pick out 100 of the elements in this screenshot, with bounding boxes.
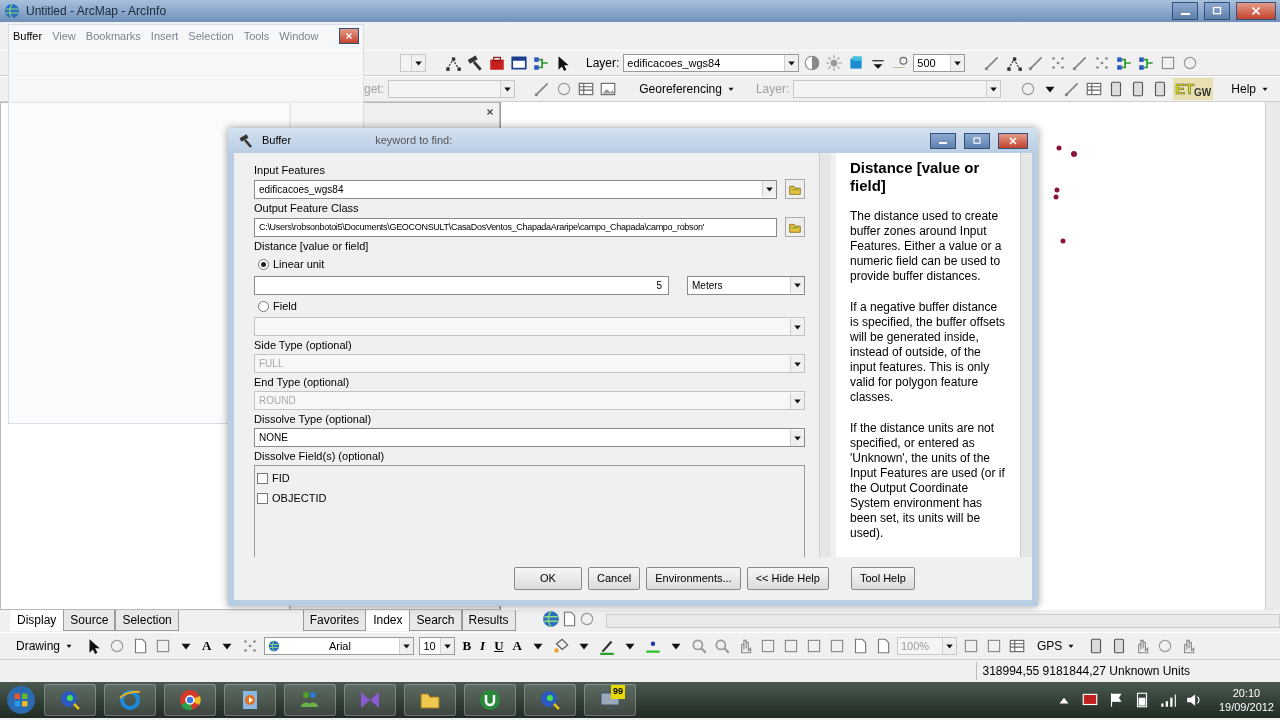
hammer-icon [238, 132, 254, 149]
fill-color-icon[interactable] [551, 637, 570, 655]
parameter-dropdown[interactable]: NONE [254, 428, 805, 448]
gps-menu[interactable]: GPS [1030, 636, 1083, 656]
dialog-button[interactable]: Tool Help [850, 567, 915, 591]
checkbox[interactable] [257, 473, 268, 484]
window-icon[interactable] [510, 54, 528, 72]
font-dropdown[interactable]: Arial [264, 637, 415, 655]
contrast-icon[interactable] [803, 54, 822, 72]
radio-button[interactable] [258, 259, 269, 270]
dialog-button[interactable]: Environments... [646, 567, 741, 591]
signal-icon[interactable] [1158, 691, 1177, 709]
drawing-menu[interactable]: Drawing [10, 636, 80, 656]
taskbar-app-button[interactable] [104, 684, 156, 716]
taskbar-app-button[interactable] [464, 684, 516, 716]
help-menu[interactable]: Help [1225, 79, 1276, 99]
dialog-button[interactable]: << Hide Help [746, 567, 829, 591]
minimize-button[interactable] [1172, 2, 1198, 20]
help-title: Distance [value or field] [850, 159, 981, 196]
horizontal-scrollbar[interactable] [605, 614, 1280, 628]
dialog-button[interactable]: OK [514, 567, 582, 591]
menu-item[interactable]: Bookmarks [85, 27, 141, 45]
start-button[interactable] [6, 685, 36, 715]
search-close-button[interactable] [485, 107, 495, 117]
unit-dropdown[interactable]: Meters [687, 275, 805, 295]
tab[interactable]: Index [366, 610, 410, 631]
radio-label: Linear unit [273, 257, 325, 273]
tab[interactable]: Selection [115, 610, 179, 631]
help-paragraph: If the distance units are not specified, or entered as 'Unknown', the units of the Input Features are used (or if the Output Coordinate System environment has been set, its units will be used). [850, 421, 1006, 542]
taskbar-app-button[interactable]: 99 [584, 684, 636, 716]
vertex-icon[interactable] [1005, 54, 1024, 72]
tab[interactable]: Results [461, 610, 516, 631]
layout-icon[interactable] [1007, 637, 1026, 655]
tab[interactable]: Source [63, 610, 116, 631]
layer-dropdown[interactable]: edificacoes_wgs84 [623, 54, 800, 72]
table-icon[interactable] [577, 80, 596, 98]
browse-button[interactable] [785, 217, 805, 238]
browse-button[interactable] [785, 179, 805, 200]
picture-icon[interactable] [599, 80, 618, 98]
parameter-label: Distance [value or field] [254, 239, 370, 254]
maximize-button[interactable] [1204, 2, 1230, 20]
taskbar-app-button[interactable] [224, 684, 276, 716]
ghost-close-button[interactable] [339, 28, 359, 44]
taskbar-app-button[interactable] [404, 684, 456, 716]
text-tool-button[interactable]: A [200, 636, 214, 656]
taskbar-app-button[interactable] [164, 684, 216, 716]
radio-button[interactable] [258, 300, 269, 312]
minimize-button[interactable] [930, 132, 956, 149]
close-icon [485, 107, 495, 117]
scale-input[interactable]: 500 [913, 54, 966, 72]
dialog-button[interactable]: Cancel [588, 567, 641, 591]
tab[interactable]: Display [10, 610, 64, 631]
output-path-field[interactable]: C:\Users\robsonbotoi5\Documents\GEOCONSULT\CasaDosVentos_ChapadaAraripe\campo_Chapada\campo_robson' [254, 217, 777, 237]
font-size-dropdown[interactable]: 10 [419, 637, 456, 655]
menu-item[interactable]: Window [279, 27, 319, 45]
connector-icon[interactable] [1137, 54, 1156, 72]
data-view-icon[interactable] [541, 610, 560, 628]
format-button[interactable]: B [460, 636, 474, 656]
georeferencing-menu[interactable]: Georeferencing [633, 79, 742, 99]
maximize-icon [971, 134, 983, 147]
menu-item[interactable]: View [52, 27, 76, 45]
distance-value-field[interactable]: 5 [254, 275, 669, 295]
coordinates-readout: 318994,55 9181844,27 Unknown Units [975, 662, 1190, 680]
parameter-label: Side Type (optional) [254, 338, 353, 353]
maximize-button[interactable] [964, 132, 990, 149]
format-button[interactable]: I [478, 636, 488, 656]
rotate-icon[interactable] [108, 637, 126, 655]
help-scrollbar[interactable] [1020, 153, 1032, 558]
tab[interactable]: Search [409, 610, 462, 631]
close-button[interactable] [998, 132, 1028, 149]
parameter-dropdown[interactable]: edificacoes_wgs84 [254, 179, 777, 199]
layer-label: Layer: [586, 55, 620, 72]
connector-icon[interactable] [532, 54, 550, 72]
edit-vertices-icon[interactable] [444, 54, 462, 72]
menu-item[interactable]: Tools [243, 27, 270, 45]
menu-item[interactable]: Insert [150, 27, 179, 45]
scale-dropdown[interactable] [400, 54, 426, 72]
toolbox-icon[interactable] [488, 54, 506, 72]
rectangle-icon[interactable] [154, 637, 172, 655]
taskbar-app-button[interactable] [524, 684, 576, 716]
brightness-icon[interactable] [825, 54, 844, 72]
checkbox[interactable] [257, 492, 268, 504]
parameter-label: Dissolve Field(s) (optional) [254, 449, 386, 464]
format-button[interactable]: U [492, 636, 506, 656]
tab[interactable]: Favorites [302, 610, 367, 631]
dialog-title: Buffer [262, 133, 292, 149]
form-scrollbar[interactable] [819, 153, 831, 558]
app-globe-icon [4, 3, 20, 19]
table-icon[interactable] [1084, 80, 1103, 98]
vertical-scrollbar[interactable] [1265, 102, 1280, 610]
taskbar-app-button[interactable] [44, 684, 96, 716]
font-color-button[interactable]: A [510, 636, 524, 656]
field-dropdown[interactable] [254, 317, 805, 337]
clock-date[interactable]: 19/09/2012 [1218, 700, 1274, 714]
menu-item[interactable]: Selection [188, 27, 234, 45]
close-button[interactable] [1236, 2, 1276, 20]
connector-icon[interactable] [1115, 54, 1134, 72]
clock-time[interactable]: 20:10 [1218, 686, 1274, 700]
target-label: get: [364, 81, 384, 98]
hammer-icon[interactable] [466, 54, 484, 72]
